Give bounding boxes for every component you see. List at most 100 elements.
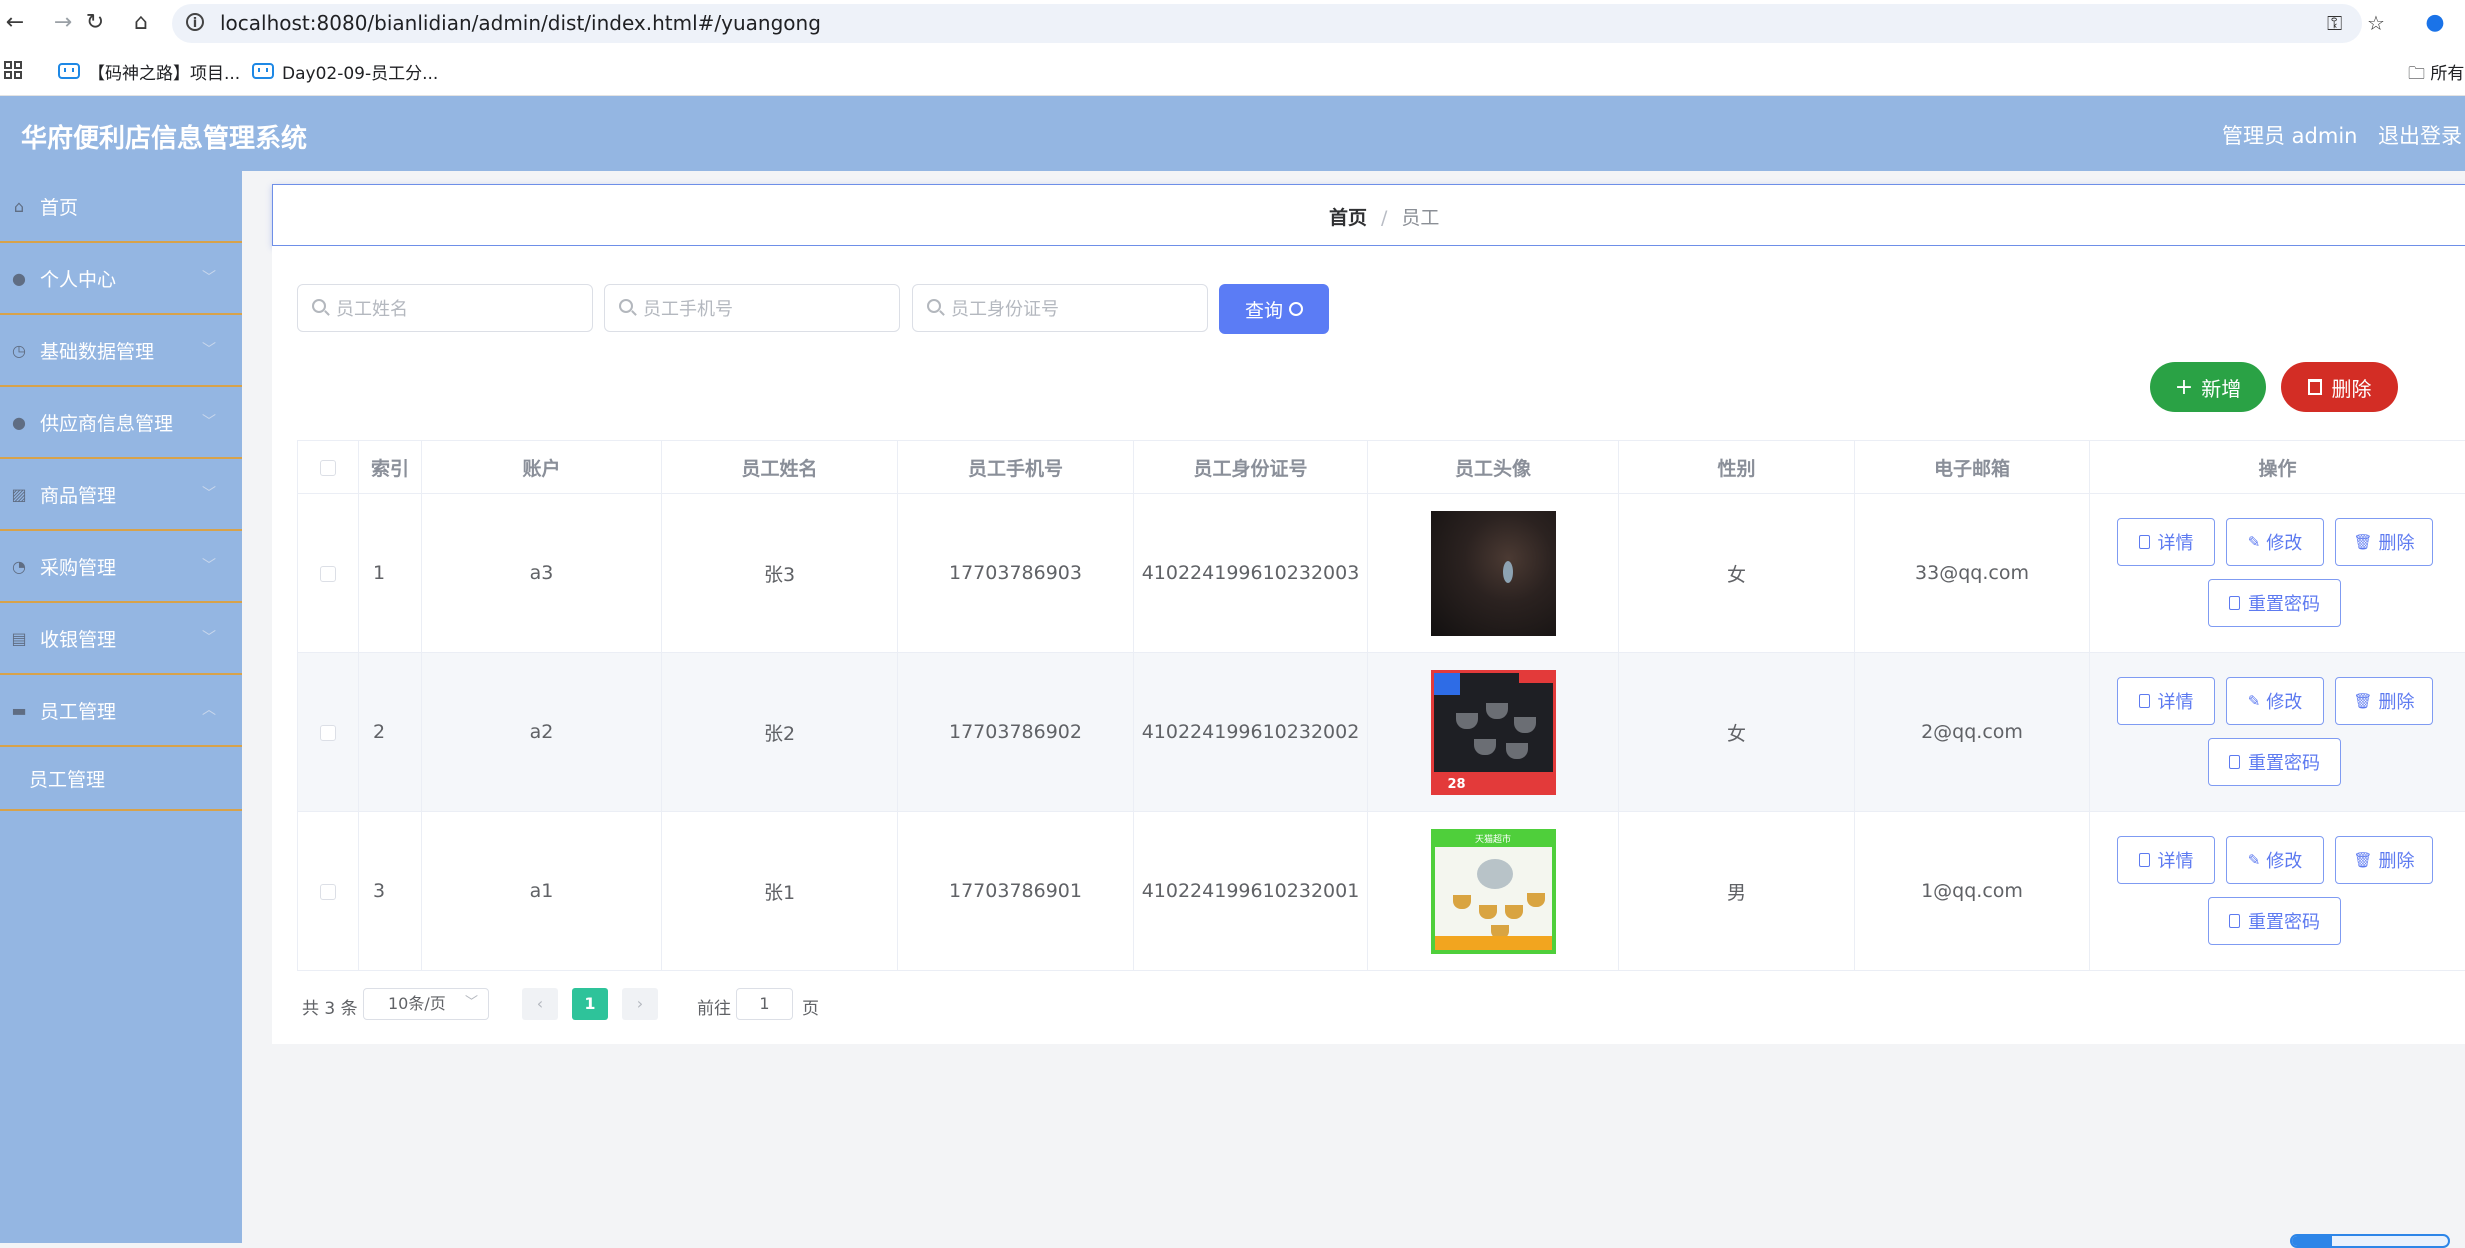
- home-icon[interactable]: ⌂: [126, 8, 156, 38]
- phone-cell: 17703786903: [898, 494, 1134, 653]
- home-icon: ⌂: [10, 198, 28, 215]
- detail-button[interactable]: 详情: [2117, 836, 2215, 884]
- back-icon[interactable]: ←: [0, 8, 30, 38]
- staff-phone-search[interactable]: [604, 284, 900, 332]
- detail-button[interactable]: 详情: [2117, 677, 2215, 725]
- reset-password-button[interactable]: 重置密码: [2208, 897, 2341, 945]
- address-bar[interactable]: i localhost:8080/bianlidian/admin/dist/i…: [172, 4, 2362, 43]
- staff-name-input[interactable]: [334, 285, 588, 333]
- batch-delete-button[interactable]: 删除: [2281, 362, 2398, 412]
- delete-button[interactable]: 🗑删除: [2335, 836, 2433, 884]
- row-checkbox[interactable]: [320, 566, 336, 582]
- sidebar-item-personal-center[interactable]: ● 个人中心 ﹀: [0, 243, 242, 315]
- chevron-left-icon: ‹: [537, 994, 543, 1013]
- edit-button[interactable]: ✎修改: [2226, 677, 2324, 725]
- table-row: 2 a2 张2 17703786902 410224199610232002 2…: [298, 653, 2465, 812]
- avatar[interactable]: 天猫超市: [1431, 829, 1556, 954]
- url-text[interactable]: localhost:8080/bianlidian/admin/dist/ind…: [220, 11, 821, 35]
- edit-label: 修改: [2266, 688, 2302, 714]
- staff-id-search[interactable]: [912, 284, 1208, 332]
- bookmark-item[interactable]: Day02-09-员工分...: [252, 59, 438, 83]
- row-select-cell[interactable]: [298, 653, 359, 812]
- profile-icon[interactable]: ●: [2420, 8, 2450, 38]
- staff-phone-input[interactable]: [641, 285, 895, 333]
- site-info-icon[interactable]: i: [186, 13, 204, 31]
- column-header: 操作: [2090, 441, 2465, 494]
- document-icon: [2229, 596, 2240, 610]
- chevron-up-icon: ︿: [202, 699, 216, 719]
- search-icon: [927, 299, 941, 313]
- next-page-button[interactable]: ›: [622, 988, 658, 1020]
- select-all-checkbox[interactable]: [320, 460, 336, 476]
- logout-link[interactable]: 退出登录: [2378, 120, 2462, 150]
- add-button[interactable]: + 新增: [2150, 362, 2266, 412]
- row-checkbox[interactable]: [320, 884, 336, 900]
- sidebar-item-goods[interactable]: ▨ 商品管理 ﹀: [0, 459, 242, 531]
- avatar[interactable]: 28: [1431, 670, 1556, 795]
- gender-cell: 女: [1619, 653, 1855, 812]
- bilibili-icon: [252, 63, 274, 79]
- row-select-cell[interactable]: [298, 494, 359, 653]
- briefcase-icon: ▬: [10, 702, 28, 719]
- goto-prefix: 前往: [697, 994, 731, 1019]
- all-bookmarks-folder[interactable]: 🗀 所有: [2408, 59, 2464, 90]
- chevron-down-icon: ﹀: [202, 339, 216, 359]
- sidebar-subitem-label: 员工管理: [29, 765, 105, 792]
- sidebar-item-staff[interactable]: ▬ 员工管理 ︿: [0, 675, 242, 747]
- sidebar-item-purchase[interactable]: ◔ 采购管理 ﹀: [0, 531, 242, 603]
- reset-password-button[interactable]: 重置密码: [2208, 579, 2341, 627]
- page-number-current[interactable]: 1: [572, 988, 608, 1020]
- row-checkbox[interactable]: [320, 725, 336, 741]
- detail-button[interactable]: 详情: [2117, 518, 2215, 566]
- breadcrumb-card: 首页/员工: [272, 184, 2465, 246]
- chevron-down-icon: ﹀: [202, 627, 216, 647]
- goto-page-input[interactable]: 1: [736, 988, 793, 1020]
- idcard-cell: 410224199610232003: [1134, 494, 1368, 653]
- forward-icon[interactable]: →: [48, 8, 78, 38]
- clock-icon: ◷: [10, 342, 28, 359]
- bookmark-item[interactable]: 【码神之路】项目...: [58, 59, 240, 83]
- delete-label: 删除: [2379, 847, 2415, 873]
- sidebar-item-label: 员工管理: [40, 697, 116, 724]
- sidebar-subitem-staff-manage[interactable]: 员工管理: [0, 747, 242, 811]
- staff-name-search[interactable]: [297, 284, 593, 332]
- search-icon: [312, 299, 326, 313]
- column-header: 账户: [422, 441, 662, 494]
- reload-icon[interactable]: ↻: [80, 8, 110, 38]
- delete-button[interactable]: 🗑删除: [2335, 677, 2433, 725]
- reset-password-button[interactable]: 重置密码: [2208, 738, 2341, 786]
- page-size-select[interactable]: 10条/页 ﹀: [363, 988, 489, 1020]
- chevron-down-icon: ﹀: [202, 411, 216, 431]
- column-header: 索引: [359, 441, 422, 494]
- bookmark-star-icon[interactable]: ☆: [2367, 11, 2385, 35]
- user-icon: ●: [10, 270, 28, 287]
- sidebar-item-basic-data[interactable]: ◷ 基础数据管理 ﹀: [0, 315, 242, 387]
- delete-button[interactable]: 🗑删除: [2335, 518, 2433, 566]
- sidebar-item-label: 个人中心: [40, 265, 116, 292]
- sidebar-item-supplier[interactable]: ● 供应商信息管理 ﹀: [0, 387, 242, 459]
- sidebar-item-label: 供应商信息管理: [40, 409, 173, 436]
- edit-button[interactable]: ✎修改: [2226, 518, 2324, 566]
- sidebar-item-cashier[interactable]: ▤ 收银管理 ﹀: [0, 603, 242, 675]
- table-header-row: 索引 账户 员工姓名 员工手机号 员工身份证号 员工头像 性别 电子邮箱 操作: [298, 441, 2465, 494]
- select-all-cell[interactable]: [298, 441, 359, 494]
- actions-cell: 详情 ✎修改 🗑删除 重置密码: [2090, 653, 2465, 812]
- breadcrumb-home[interactable]: 首页: [1329, 207, 1367, 229]
- main-content: 查询 + 新增 删除 索引 账户 员工姓名 员工手机号 员工身份证号 员工头像 …: [272, 246, 2465, 1044]
- apps-grid-icon[interactable]: [4, 61, 22, 79]
- edit-button[interactable]: ✎修改: [2226, 836, 2324, 884]
- row-select-cell[interactable]: [298, 812, 359, 971]
- staff-id-input[interactable]: [949, 285, 1203, 333]
- idcard-cell: 410224199610232001: [1134, 812, 1368, 971]
- password-key-icon[interactable]: ⚿: [2327, 11, 2342, 35]
- avatar[interactable]: [1431, 511, 1556, 636]
- reset-password-label: 重置密码: [2248, 749, 2320, 775]
- query-button[interactable]: 查询: [1219, 284, 1329, 334]
- sidebar-item-home[interactable]: ⌂ 首页: [0, 171, 242, 243]
- edit-label: 修改: [2266, 847, 2302, 873]
- prev-page-button[interactable]: ‹: [522, 988, 558, 1020]
- chevron-right-icon: ›: [637, 994, 643, 1013]
- gender-cell: 男: [1619, 812, 1855, 971]
- floating-toolbar-widget[interactable]: [2290, 1234, 2450, 1248]
- sidebar-item-label: 收银管理: [40, 625, 116, 652]
